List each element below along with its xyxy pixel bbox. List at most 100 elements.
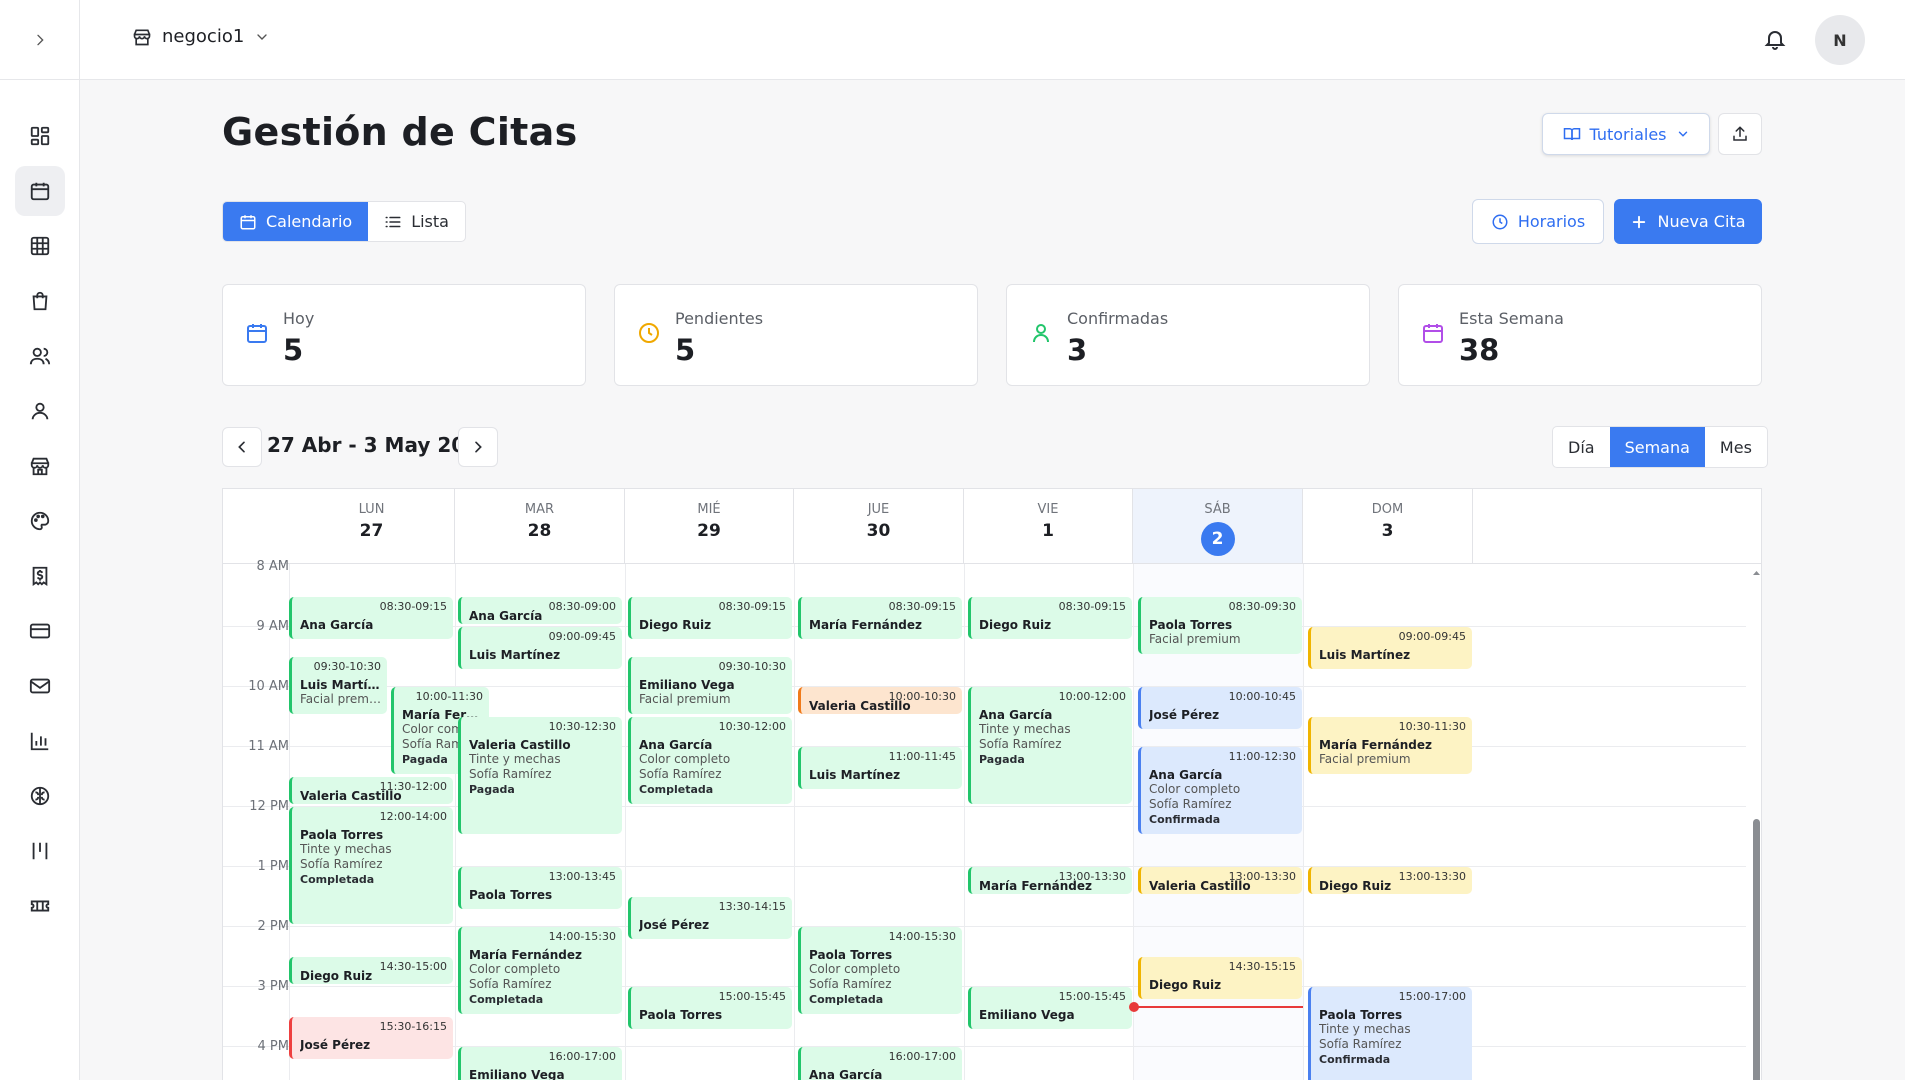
- chevron-down-icon: [257, 33, 267, 40]
- appointment-time: 16:00-17:00: [888, 1050, 956, 1063]
- list-view-label: Lista: [411, 212, 449, 231]
- appointment-card[interactable]: 08:30-09:15 Ana García: [289, 597, 453, 639]
- appointment-card[interactable]: 13:30-14:15 José Pérez: [628, 897, 792, 939]
- appointment-card[interactable]: 15:30-16:15 José Pérez: [289, 1017, 453, 1059]
- appointment-card[interactable]: 15:00-15:45 Paola Torres: [628, 987, 792, 1029]
- nav-grid[interactable]: [15, 221, 65, 271]
- nav-dashboard[interactable]: [15, 111, 65, 161]
- nav-users[interactable]: [15, 331, 65, 381]
- user-icon: [1033, 324, 1049, 343]
- calendar-view-button[interactable]: Calendario: [223, 202, 369, 241]
- new-appointment-button[interactable]: Nueva Cita: [1614, 199, 1762, 244]
- day-header[interactable]: MAR 28: [455, 489, 625, 563]
- appointment-card[interactable]: 10:30-12:30 Valeria Castillo Tinte y mecha…: [458, 717, 622, 834]
- appointment-client: Luis Martínez: [1319, 648, 1411, 662]
- nav-shop[interactable]: [15, 276, 65, 326]
- appointment-time: 10:00-10:30: [888, 690, 956, 703]
- credit-card-icon: [29, 623, 51, 639]
- appointment-card[interactable]: 09:00-09:45 Luis Martínez: [458, 627, 622, 669]
- appointment-card[interactable]: 08:30-09:30 Paola Torres Facial premium: [1138, 597, 1302, 654]
- view-week-button[interactable]: Semana: [1609, 427, 1705, 467]
- day-header[interactable]: LUN 27: [223, 489, 455, 563]
- sidebar-toggle-button[interactable]: [0, 0, 80, 80]
- schedule-button[interactable]: Horarios: [1472, 199, 1604, 244]
- appointment-card[interactable]: 09:30-10:30 Luis MartínezFacial premium: [289, 657, 387, 714]
- avatar[interactable]: N: [1815, 15, 1865, 65]
- appointment-card[interactable]: 11:00-11:45 Luis Martínez: [798, 747, 962, 789]
- day-header[interactable]: VIE 1: [964, 489, 1133, 563]
- view-month-button[interactable]: Mes: [1705, 427, 1767, 467]
- appointment-card[interactable]: 14:30-15:15 Diego Ruiz: [1138, 957, 1302, 999]
- appointment-status: Pagada: [979, 753, 1025, 766]
- appointment-client: Paola Torres: [809, 948, 893, 962]
- chevron-left-icon: [238, 441, 245, 453]
- appointment-staff: Sofía Ramírez: [300, 857, 383, 871]
- day-header[interactable]: MIÉ 29: [625, 489, 794, 563]
- appointment-card[interactable]: 13:00-13:30 Diego Ruiz: [1308, 867, 1472, 894]
- appointment-card[interactable]: 11:00-12:30 Ana García Color completo Sofía…: [1138, 747, 1302, 834]
- appointment-card[interactable]: 10:00-12:00 Ana García Tinte y mechas Sofía…: [968, 687, 1132, 804]
- nav-payments[interactable]: [15, 606, 65, 656]
- nav-themes[interactable]: [15, 496, 65, 546]
- appointment-card[interactable]: 11:30-12:00 Valeria Castillo: [289, 777, 453, 804]
- appointment-client: Paola Torres: [469, 888, 553, 902]
- nav-reports[interactable]: [15, 716, 65, 766]
- appointment-card[interactable]: 08:30-09:15 Diego Ruiz: [968, 597, 1132, 639]
- appointment-card[interactable]: 15:00-15:45 Emiliano Vega: [968, 987, 1132, 1029]
- appointment-card[interactable]: 10:00-10:45 José Pérez: [1138, 687, 1302, 729]
- appointment-time: 12:00-14:00: [379, 810, 447, 823]
- today-badge: 2: [1200, 522, 1235, 556]
- appointment-card[interactable]: 16:00-17:00 Ana García: [798, 1047, 962, 1080]
- chevron-down-icon: [1678, 131, 1687, 137]
- appointment-card[interactable]: 08:30-09:15 María Fernández: [798, 597, 962, 639]
- nav-finance[interactable]: [15, 551, 65, 601]
- week-calendar: LUN 27 MAR 28 MIÉ 29 JUE 30 VIE 1 SÁB 2 DOM 3 8 AM 9 A…: [222, 488, 1762, 1080]
- appointment-card[interactable]: 13:00-13:30 María Fernández: [968, 867, 1132, 894]
- nav-profile[interactable]: [15, 386, 65, 436]
- appointment-card[interactable]: 10:00-10:30 Valeria Castillo: [798, 687, 962, 714]
- appointment-card[interactable]: 08:30-09:00 Ana García: [458, 597, 622, 624]
- nav-columns[interactable]: [15, 826, 65, 876]
- tutorials-button[interactable]: Tutoriales: [1542, 113, 1710, 155]
- appointment-status: Confirmada: [1319, 1053, 1391, 1066]
- appointment-card[interactable]: 13:00-13:45 Paola Torres: [458, 867, 622, 909]
- prev-week-button[interactable]: [222, 427, 262, 467]
- day-header[interactable]: DOM 3: [1303, 489, 1473, 563]
- day-date: 1: [1042, 521, 1054, 541]
- appointment-status: Confirmada: [1149, 813, 1221, 826]
- list-view-button[interactable]: Lista: [368, 202, 465, 241]
- notifications-button[interactable]: [1763, 27, 1787, 51]
- appointment-card[interactable]: 14:00-15:30 Paola Torres Color completo Sof…: [798, 927, 962, 1014]
- business-selector[interactable]: negocio1: [132, 26, 270, 47]
- day-name: SÁB: [1204, 502, 1231, 517]
- page-title: Gestión de Citas: [222, 110, 578, 154]
- chevron-right-icon: [37, 34, 44, 45]
- next-week-button[interactable]: [458, 427, 498, 467]
- view-day-button[interactable]: Día: [1553, 427, 1610, 467]
- hour-line: [223, 806, 1746, 807]
- nav-tickets[interactable]: [15, 881, 65, 931]
- nav-appointments[interactable]: [15, 166, 65, 216]
- nav-store[interactable]: [15, 441, 65, 491]
- day-header[interactable]: JUE 30: [794, 489, 964, 563]
- calendar-scrollbar[interactable]: [1750, 564, 1761, 1080]
- nav-messages[interactable]: [15, 661, 65, 711]
- appointment-card[interactable]: 12:00-14:00 Paola Torres Tinte y mechas Sof…: [289, 807, 453, 924]
- appointment-card[interactable]: 10:30-11:30 María Fernández Facial premium: [1308, 717, 1472, 774]
- appointment-card[interactable]: 09:30-10:30 Emiliano Vega Facial premium: [628, 657, 792, 714]
- appointment-service: Tinte y mechas: [1319, 1022, 1411, 1036]
- nav-ai[interactable]: [15, 771, 65, 821]
- appointment-card[interactable]: 13:00-13:30 Valeria Castillo: [1138, 867, 1302, 894]
- day-header[interactable]: SÁB 2: [1133, 489, 1303, 563]
- appointment-card[interactable]: 14:30-15:00 Diego Ruiz: [289, 957, 453, 984]
- export-button[interactable]: [1718, 113, 1762, 155]
- appointment-card[interactable]: 08:30-09:15 Diego Ruiz: [628, 597, 792, 639]
- appointment-card[interactable]: 14:00-15:30 María Fernández Color completo…: [458, 927, 622, 1014]
- clock-icon: [639, 323, 659, 343]
- appointment-card[interactable]: 15:00-17:00 Paola Torres Tinte y mechas Sof…: [1308, 987, 1472, 1080]
- appointment-card[interactable]: 16:00-17:00 Emiliano Vega: [458, 1047, 622, 1080]
- appointment-staff: Sofía Ramírez: [809, 977, 892, 991]
- appointment-card[interactable]: 09:00-09:45 Luis Martínez: [1308, 627, 1472, 669]
- calendar-icon: [240, 214, 256, 229]
- appointment-card[interactable]: 10:30-12:00 Ana García Color completo Sofía…: [628, 717, 792, 804]
